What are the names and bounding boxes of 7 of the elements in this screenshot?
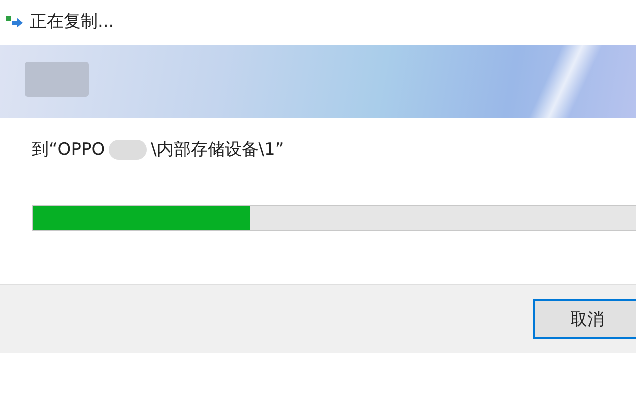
copy-icon	[6, 14, 24, 28]
window-title: 正在复制...	[30, 10, 114, 32]
blurred-patch	[25, 62, 89, 97]
blurred-patch	[109, 140, 148, 160]
destination-text: \内部存储设备\1”	[151, 139, 284, 161]
cancel-button[interactable]: 取消	[533, 299, 636, 339]
destination-text: 到“OPPO	[32, 139, 106, 161]
